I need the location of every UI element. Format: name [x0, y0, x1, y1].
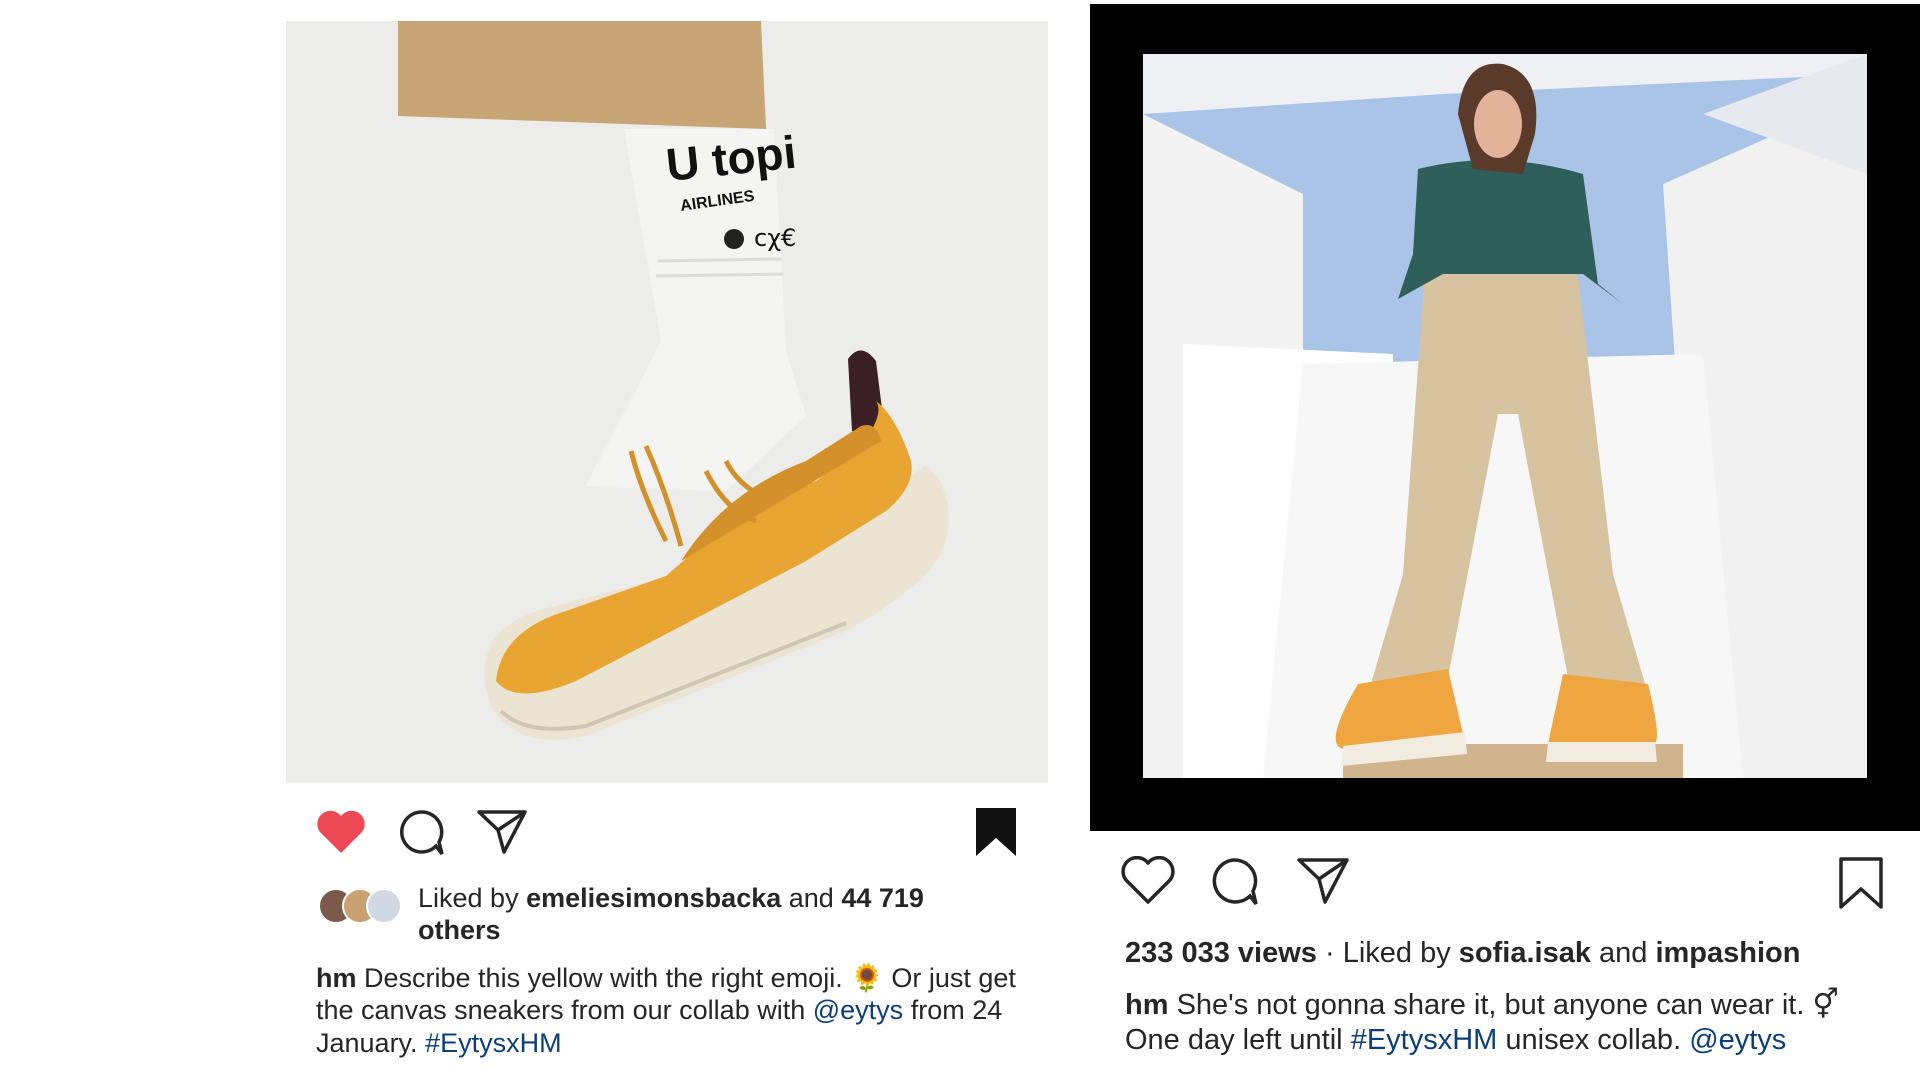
author-username[interactable]: hm	[1125, 989, 1169, 1021]
bookmark-icon[interactable]	[974, 806, 1018, 858]
heart-outline-icon[interactable]	[1120, 856, 1176, 906]
comment-icon[interactable]	[396, 808, 446, 858]
share-icon[interactable]	[476, 808, 528, 856]
likes-summary: Liked by emeliesimonsbacka and 44 719 ot…	[418, 883, 924, 946]
model-illustration	[1143, 54, 1867, 778]
likes-count[interactable]: 44 719	[841, 883, 924, 913]
views-count[interactable]: 233 033 views	[1125, 937, 1317, 969]
post-right: 233 033 views · Liked by sofia.isak and …	[1090, 0, 1920, 1080]
mention-link[interactable]: @eytys	[813, 995, 903, 1025]
views-summary: 233 033 views · Liked by sofia.isak and …	[1125, 937, 1801, 969]
heart-icon[interactable]	[314, 808, 368, 856]
liker-avatars[interactable]	[318, 888, 408, 924]
trouser-leg	[398, 21, 766, 129]
hashtag-link[interactable]: #EytysxHM	[1351, 1024, 1498, 1056]
svg-text:cχ€: cχ€	[754, 224, 796, 252]
author-username[interactable]: hm	[316, 963, 357, 993]
post-video-model[interactable]	[1143, 54, 1867, 778]
hashtag-link[interactable]: #EytysxHM	[425, 1028, 562, 1058]
liker-username[interactable]: sofia.isak	[1459, 937, 1591, 969]
post-caption: hm Describe this yellow with the right e…	[316, 963, 1016, 1058]
share-icon[interactable]	[1296, 856, 1350, 906]
comment-icon[interactable]	[1208, 856, 1260, 908]
post-caption: hm She's not gonna share it, but anyone …	[1125, 989, 1839, 1056]
mention-link[interactable]: @eytys	[1689, 1024, 1786, 1056]
sunflower-emoji: 🌻	[850, 963, 884, 993]
likes-others[interactable]: others	[418, 915, 501, 945]
bookmark-outline-icon[interactable]	[1838, 856, 1884, 910]
liker-username[interactable]: emeliesimonsbacka	[526, 883, 781, 913]
sneaker-right	[1548, 674, 1657, 744]
liker-username[interactable]: impashion	[1655, 937, 1800, 969]
avatar	[366, 888, 402, 924]
post-left: U topi AIRLINES cχ€ Liked by emeliesimon…	[286, 0, 1048, 1080]
sneaker-illustration: U topi AIRLINES cχ€	[286, 21, 1048, 783]
unisex-symbol: ⚥	[1812, 989, 1839, 1021]
post-image-sneaker[interactable]: U topi AIRLINES cχ€	[286, 21, 1048, 783]
